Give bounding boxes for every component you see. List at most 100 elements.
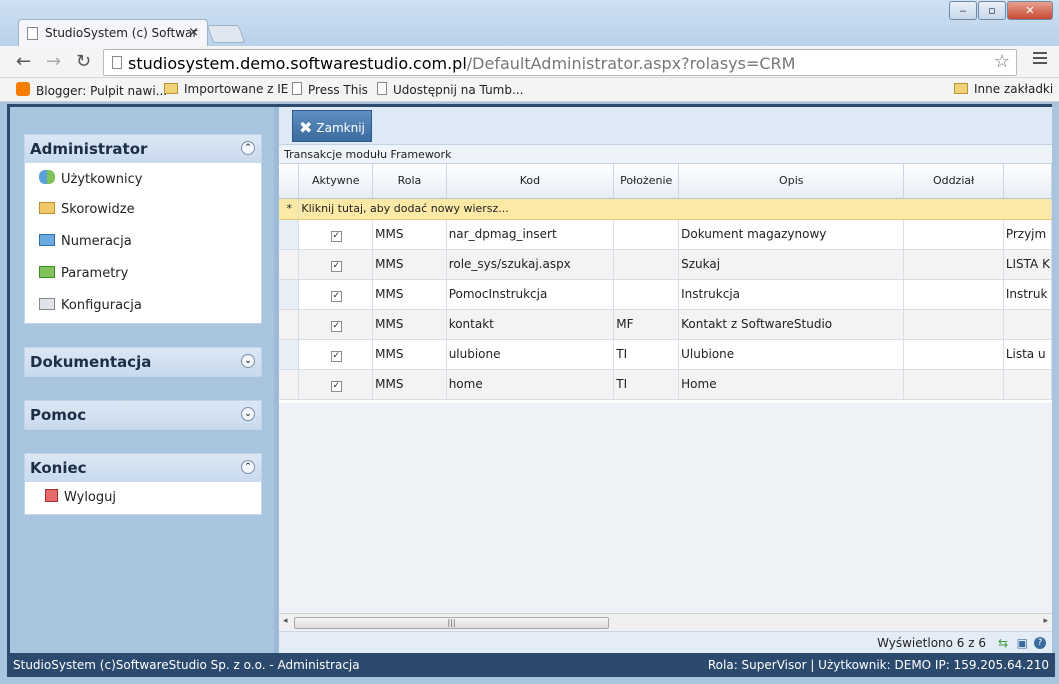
cell-aktywne[interactable]: ✓ — [298, 249, 374, 280]
address-bar[interactable]: studiosystem.demo.softwarestudio.com.pl/… — [103, 49, 1017, 76]
cell-oddzial[interactable] — [903, 219, 1004, 250]
window-close-button[interactable]: ✕ — [1007, 1, 1053, 20]
cell-rola[interactable]: MMS — [372, 369, 447, 400]
column-header-polozenie[interactable]: Położenie — [613, 164, 680, 199]
cell-rola[interactable]: MMS — [372, 309, 447, 340]
cell-aktywne[interactable]: ✓ — [298, 369, 374, 400]
cell-opis[interactable]: Dokument magazynowy — [678, 219, 905, 250]
back-arrow-icon[interactable]: ← — [16, 51, 31, 72]
row-selector[interactable] — [279, 219, 300, 250]
cell-extra[interactable]: Przyjm — [1003, 219, 1053, 250]
reload-icon[interactable]: ↻ — [76, 51, 91, 72]
cell-opis[interactable]: Home — [678, 369, 905, 400]
tab-close-icon[interactable]: × — [188, 25, 199, 40]
expand-icon[interactable]: ⌄ — [241, 407, 255, 421]
sidebar-item-parametry[interactable]: Parametry — [25, 259, 261, 291]
cell-opis[interactable]: Instrukcja — [678, 279, 905, 310]
column-header-rola[interactable]: Rola — [372, 164, 447, 199]
row-selector[interactable] — [279, 249, 300, 280]
export-icon[interactable]: ▣ — [1017, 636, 1028, 650]
table-row[interactable]: ✓ MMS kontakt MF Kontakt z SoftwareStudio — [279, 309, 1053, 340]
scroll-left-icon[interactable]: ◂ — [283, 616, 288, 626]
cell-oddzial[interactable] — [903, 279, 1004, 310]
cell-oddzial[interactable] — [903, 369, 1004, 400]
table-row[interactable]: ✓ MMS PomocInstrukcja Instrukcja Instruk — [279, 279, 1053, 310]
cell-kod[interactable]: nar_dpmag_insert — [446, 219, 615, 250]
active-checkbox[interactable]: ✓ — [330, 380, 342, 392]
cell-oddzial[interactable] — [903, 249, 1004, 280]
cell-rola[interactable]: MMS — [372, 279, 447, 310]
column-header-kod[interactable]: Kod — [446, 164, 615, 199]
panel-header-koniec[interactable]: Koniec ⌃ — [25, 454, 261, 482]
cell-oddzial[interactable] — [903, 339, 1004, 370]
cell-polozenie[interactable] — [613, 279, 680, 310]
add-row[interactable]: * Kliknij tutaj, aby dodać nowy wiersz..… — [279, 198, 1052, 220]
close-button[interactable]: ✖ Zamknij — [292, 110, 372, 142]
row-selector[interactable] — [279, 309, 300, 340]
cell-extra[interactable]: Instruk — [1003, 279, 1053, 310]
forward-arrow-icon[interactable]: → — [46, 51, 61, 72]
cell-polozenie[interactable]: TI — [613, 339, 680, 370]
cell-polozenie[interactable] — [613, 249, 680, 280]
active-checkbox[interactable]: ✓ — [330, 230, 342, 242]
column-header-aktywne[interactable]: Aktywne — [298, 164, 374, 199]
cell-extra[interactable] — [1003, 309, 1053, 340]
cell-kod[interactable]: home — [446, 369, 615, 400]
active-checkbox[interactable]: ✓ — [330, 350, 342, 362]
table-row[interactable]: ✓ MMS role_sys/szukaj.aspx Szukaj LISTA K — [279, 249, 1053, 280]
column-header-opis[interactable]: Opis — [678, 164, 905, 199]
expand-icon[interactable]: ⌄ — [241, 354, 255, 368]
help-icon[interactable]: ? — [1034, 637, 1046, 649]
cell-aktywne[interactable]: ✓ — [298, 339, 374, 370]
bookmark-importowane[interactable]: Importowane z IE — [164, 82, 288, 96]
cell-kod[interactable]: kontakt — [446, 309, 615, 340]
row-selector[interactable] — [279, 279, 300, 310]
table-row[interactable]: ✓ MMS home TI Home — [279, 369, 1053, 400]
add-row-text[interactable]: Kliknij tutaj, aby dodać nowy wiersz... — [298, 198, 1052, 220]
sidebar-item-konfiguracja[interactable]: Konfiguracja — [25, 291, 261, 323]
maximize-button[interactable]: ▫ — [978, 1, 1006, 20]
table-row[interactable]: ✓ MMS ulubione TI Ulubione Lista u — [279, 339, 1053, 370]
collapse-icon[interactable]: ⌃ — [241, 141, 255, 155]
bookmark-blogger[interactable]: Blogger: Pulpit nawi... — [16, 82, 167, 98]
sidebar-item-skorowidze[interactable]: Skorowidze — [25, 195, 261, 227]
cell-opis[interactable]: Kontakt z SoftwareStudio — [678, 309, 905, 340]
cell-rola[interactable]: MMS — [372, 339, 447, 370]
cell-oddzial[interactable] — [903, 309, 1004, 340]
column-header-extra[interactable] — [1003, 164, 1053, 199]
minimize-button[interactable]: ‒ — [949, 1, 977, 20]
scroll-right-icon[interactable]: ▸ — [1043, 616, 1048, 626]
panel-header-pomoc[interactable]: Pomoc ⌄ — [25, 401, 261, 429]
cell-polozenie[interactable]: MF — [613, 309, 680, 340]
cell-polozenie[interactable] — [613, 219, 680, 250]
cell-opis[interactable]: Ulubione — [678, 339, 905, 370]
sidebar-item-wyloguj[interactable]: Wyloguj — [25, 482, 261, 514]
bookmark-press-this[interactable]: Press This — [292, 82, 368, 97]
cell-rola[interactable]: MMS — [372, 219, 447, 250]
cell-extra[interactable]: Lista u — [1003, 339, 1053, 370]
browser-menu-icon[interactable] — [1033, 52, 1047, 67]
cell-aktywne[interactable]: ✓ — [298, 219, 374, 250]
cell-kod[interactable]: role_sys/szukaj.aspx — [446, 249, 615, 280]
cell-extra[interactable]: LISTA K — [1003, 249, 1053, 280]
bookmark-star-icon[interactable]: ☆ — [994, 51, 1010, 72]
sidebar-item-numeracja[interactable]: Numeracja — [25, 227, 261, 259]
cell-aktywne[interactable]: ✓ — [298, 279, 374, 310]
panel-header-administrator[interactable]: Administrator ⌃ — [25, 135, 261, 163]
active-checkbox[interactable]: ✓ — [330, 290, 342, 302]
cell-extra[interactable] — [1003, 369, 1053, 400]
cell-aktywne[interactable]: ✓ — [298, 309, 374, 340]
horizontal-scrollbar[interactable]: ◂ ||| ▸ — [279, 613, 1052, 631]
bookmark-other[interactable]: Inne zakładki — [954, 82, 1053, 96]
cell-rola[interactable]: MMS — [372, 249, 447, 280]
collapse-icon[interactable]: ⌃ — [241, 460, 255, 474]
bookmark-tumblr[interactable]: Udostępnij na Tumb... — [377, 82, 523, 97]
row-selector[interactable] — [279, 369, 300, 400]
refresh-icon[interactable]: ⇆ — [998, 636, 1008, 650]
active-checkbox[interactable]: ✓ — [330, 260, 342, 272]
new-tab-button[interactable] — [206, 25, 246, 43]
cell-kod[interactable]: ulubione — [446, 339, 615, 370]
cell-opis[interactable]: Szukaj — [678, 249, 905, 280]
panel-header-dokumentacja[interactable]: Dokumentacja ⌄ — [25, 348, 261, 376]
scrollbar-thumb[interactable]: ||| — [294, 617, 609, 629]
